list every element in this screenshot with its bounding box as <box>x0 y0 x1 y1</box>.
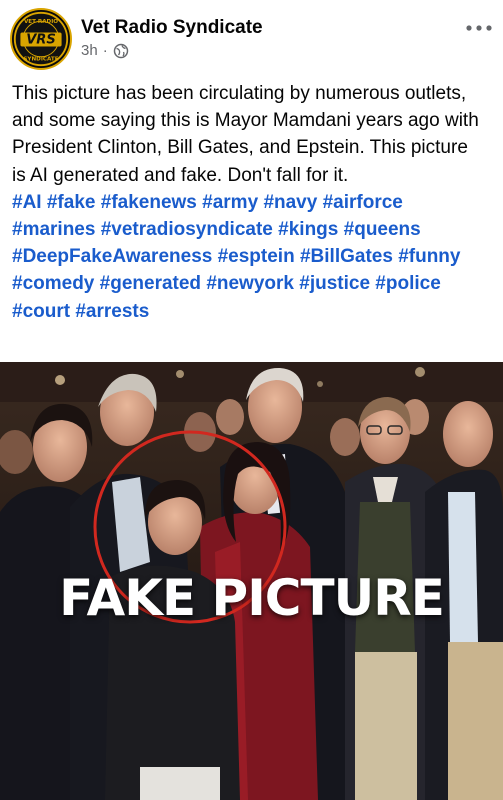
logo-ring-bottom: SYNDICATE <box>23 57 58 63</box>
hashtag-link[interactable]: #navy <box>263 192 317 213</box>
hashtag-link[interactable]: #airforce <box>323 192 403 213</box>
hashtag-link[interactable]: #funny <box>398 246 460 267</box>
hashtag-link[interactable]: #court <box>12 301 70 322</box>
hashtag-link[interactable]: #fakenews <box>101 192 197 213</box>
fake-picture-overlay: FAKE PICTURE <box>59 569 445 627</box>
hashtag-link[interactable]: #justice <box>299 273 370 294</box>
post-body: This picture has been circulating by num… <box>12 80 482 325</box>
hashtag-link[interactable]: #police <box>375 273 440 294</box>
hashtag-list: #AI #fake #fakenews #army #navy #airforc… <box>12 189 482 325</box>
hashtag-link[interactable]: #fake <box>47 192 96 213</box>
post-header: VET RADIO SYNDICATE VRS Vet Radio Syndic… <box>0 0 503 76</box>
hashtag-link[interactable]: #generated <box>100 273 201 294</box>
hashtag-link[interactable]: #army <box>202 192 258 213</box>
globe-icon <box>113 43 129 59</box>
hashtag-link[interactable]: #arrests <box>75 301 149 322</box>
hashtag-link[interactable]: #DeepFakeAwareness <box>12 246 212 267</box>
logo-text: VRS <box>26 33 56 48</box>
page-avatar[interactable]: VET RADIO SYNDICATE VRS <box>10 8 72 70</box>
hashtag-link[interactable]: #vetradiosyndicate <box>101 219 273 240</box>
post-message: This picture has been circulating by num… <box>12 83 479 186</box>
meta-separator: · <box>102 42 108 59</box>
hashtag-link[interactable]: #newyork <box>206 273 294 294</box>
post-timestamp[interactable]: 3h <box>81 42 98 59</box>
hashtag-link[interactable]: #queens <box>344 219 421 240</box>
hashtag-link[interactable]: #marines <box>12 219 95 240</box>
hashtag-link[interactable]: #kings <box>278 219 338 240</box>
hashtag-link[interactable]: #esptein <box>218 246 295 267</box>
vrs-logo-icon: VET RADIO SYNDICATE VRS <box>13 11 69 67</box>
post-meta: 3h · <box>81 42 129 59</box>
hashtag-link[interactable]: #AI <box>12 192 42 213</box>
logo-ring-top: VET RADIO <box>24 19 58 25</box>
page-name-link[interactable]: Vet Radio Syndicate <box>81 17 263 39</box>
hashtag-link[interactable]: #comedy <box>12 273 94 294</box>
hashtag-link[interactable]: #BillGates <box>300 246 393 267</box>
more-options-icon[interactable] <box>465 20 493 36</box>
